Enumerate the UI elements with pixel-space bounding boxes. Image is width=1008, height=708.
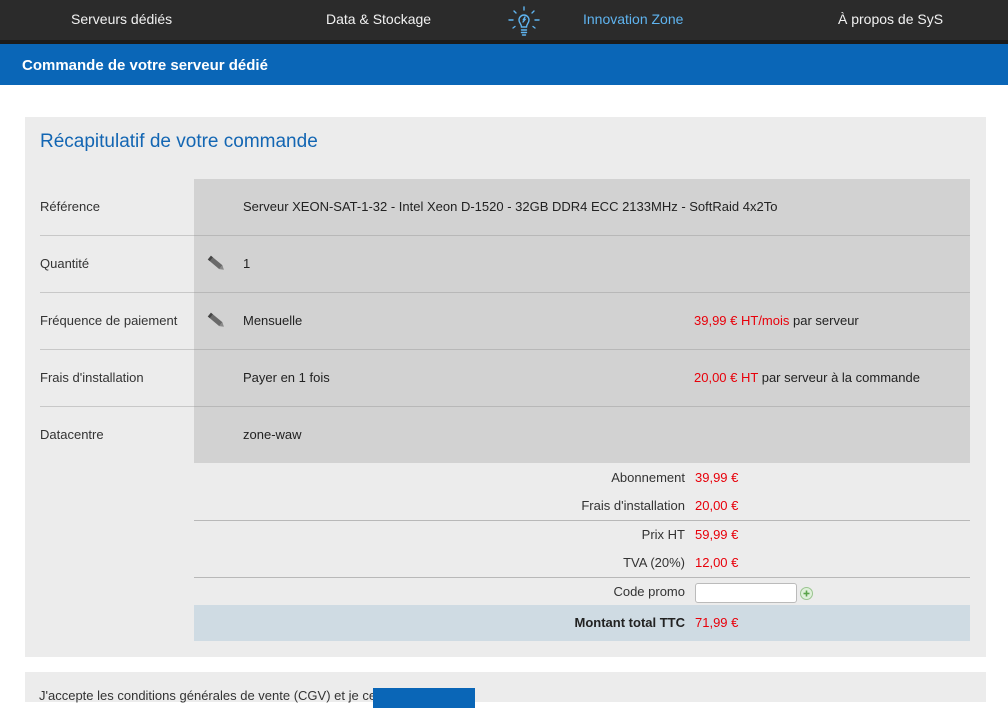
total-row-promo: Code promo — [194, 578, 970, 606]
total-ttc-value: 71,99 € — [695, 615, 739, 630]
page-title: Commande de votre serveur dédié — [22, 57, 268, 74]
price-suffix: par serveur à la commande — [761, 370, 920, 385]
quantity-value: 1 — [243, 256, 251, 271]
cgv-panel: J'accepte les conditions générales de ve… — [25, 672, 986, 708]
plus-circle-icon[interactable] — [800, 587, 813, 600]
summary-title: Récapitulatif de votre commande — [40, 131, 318, 152]
frais-value: 20,00 € — [695, 498, 739, 513]
row-value-cell: Serveur XEON-SAT-1-32 - Intel Xeon D-152… — [194, 179, 970, 236]
row-label: Frais d'installation — [40, 350, 194, 407]
pencil-icon[interactable] — [206, 254, 228, 274]
summary-row-frais-installation: Frais d'installation Payer en 1 fois 20,… — [40, 350, 970, 407]
total-row-frais: Frais d'installation 20,00 € — [194, 492, 970, 520]
price-amount: 20,00 € HT — [694, 370, 759, 385]
promo-code-input[interactable] — [695, 583, 797, 603]
pencil-icon[interactable] — [206, 311, 228, 331]
order-summary-panel: Récapitulatif de votre commande Référenc… — [25, 117, 986, 657]
total-ttc-label: Montant total TTC — [574, 615, 685, 630]
summary-row-frequence: Fréquence de paiement Mensuelle 39,99 € … — [40, 293, 970, 350]
nav-item-innovation-zone[interactable]: Innovation Zone — [583, 0, 683, 40]
total-row-ttc: Montant total TTC 71,99 € — [194, 605, 970, 641]
prix-ht-label: Prix HT — [641, 527, 685, 542]
row-value-cell: Mensuelle 39,99 € HT/mois par serveur — [194, 293, 970, 350]
total-row-tva: TVA (20%) 12,00 € — [194, 549, 970, 577]
continue-button[interactable] — [373, 688, 475, 708]
row-label: Datacentre — [40, 427, 104, 442]
row-value-cell: zone-waw — [194, 407, 970, 463]
frais-label: Frais d'installation — [581, 498, 685, 513]
page-header: Commande de votre serveur dédié — [0, 44, 1008, 85]
summary-row-reference: Référence Serveur XEON-SAT-1-32 - Intel … — [40, 179, 970, 236]
reference-value: Serveur XEON-SAT-1-32 - Intel Xeon D-152… — [243, 199, 778, 214]
lightbulb-icon[interactable] — [504, 2, 544, 40]
summary-row-datacentre: Datacentre zone-waw — [40, 407, 970, 464]
row-value-cell: 1 — [194, 236, 970, 293]
total-row-prix-ht: Prix HT 59,99 € — [194, 521, 970, 549]
tva-value: 12,00 € — [695, 555, 739, 570]
top-nav: Serveurs dédiés Data & Stockage Innovati… — [0, 0, 1008, 44]
row-value-cell: Payer en 1 fois 20,00 € HT par serveur à… — [194, 350, 970, 407]
datacentre-value: zone-waw — [243, 427, 302, 442]
total-row-abonnement: Abonnement 39,99 € — [194, 464, 970, 492]
abonnement-label: Abonnement — [611, 470, 685, 485]
monthly-price: 39,99 € HT/mois par serveur — [694, 293, 859, 349]
promo-label: Code promo — [613, 584, 685, 599]
tva-label: TVA (20%) — [623, 555, 685, 570]
payment-frequency-value: Mensuelle — [243, 313, 303, 328]
summary-row-quantite: Quantité 1 — [40, 236, 970, 293]
row-label: Référence — [40, 179, 194, 236]
row-label: Quantité — [40, 236, 194, 293]
nav-item-serveurs-dedies[interactable]: Serveurs dédiés — [71, 0, 172, 40]
installation-price: 20,00 € HT par serveur à la commande — [694, 350, 920, 406]
installation-value: Payer en 1 fois — [243, 370, 330, 385]
prix-ht-value: 59,99 € — [695, 527, 739, 542]
price-suffix: par serveur — [793, 313, 859, 328]
row-label: Fréquence de paiement — [40, 293, 194, 350]
nav-item-data-stockage[interactable]: Data & Stockage — [326, 0, 431, 40]
price-amount: 39,99 € HT/mois — [694, 313, 790, 328]
abonnement-value: 39,99 € — [695, 470, 739, 485]
nav-item-a-propos[interactable]: À propos de SyS — [838, 0, 943, 40]
